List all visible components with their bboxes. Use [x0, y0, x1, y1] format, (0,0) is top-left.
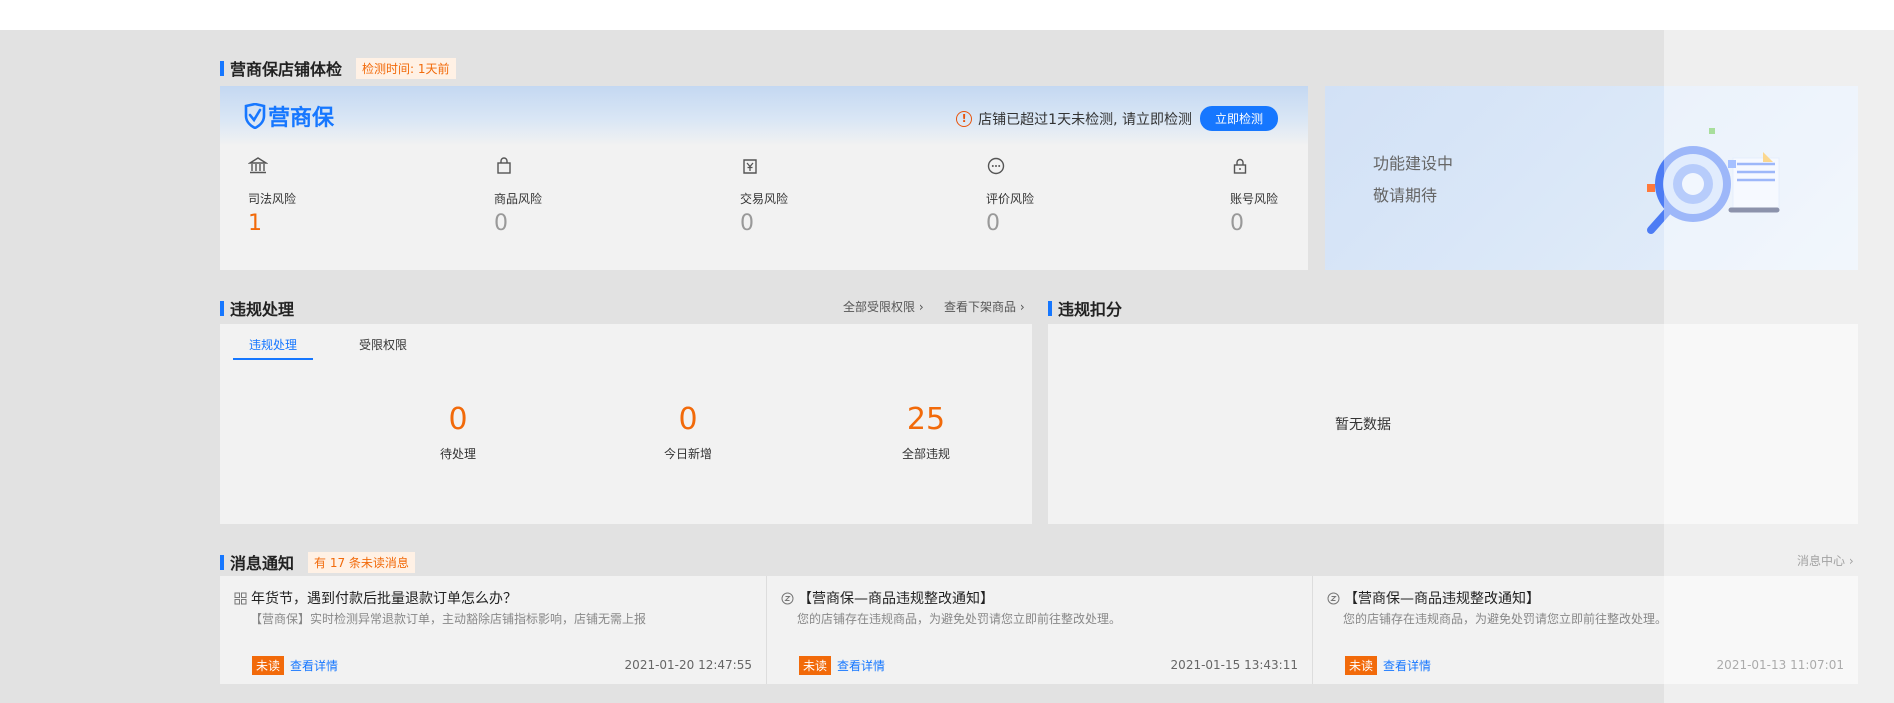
stat-label: 全部违规 [901, 447, 950, 461]
message-desc: 您的店铺存在违规商品，为避免处罚请您立即前往整改处理。 [797, 612, 1122, 626]
tab-restricted[interactable]: 受限权限 [343, 336, 423, 360]
message-title: 【营商保—商品违规整改通知】 [798, 591, 994, 607]
risk-label: 交易风险 [740, 192, 789, 206]
score-title: 违规扣分 [1058, 300, 1123, 319]
message-time: 2021-01-20 12:47:55 [624, 658, 752, 672]
message-title: 年货节，遇到付款后批量退款订单怎么办？ [251, 591, 517, 607]
lock-icon [1233, 158, 1247, 174]
violation-title: 违规处理 [230, 300, 295, 319]
view-detail-link[interactable]: 查看详情 [1383, 657, 1431, 674]
risk-product[interactable]: 商品风险 0 [494, 156, 584, 236]
stat-today-new[interactable]: 0 今日新增 [618, 402, 758, 462]
message-item[interactable]: 年货节，遇到付款后批量退款订单怎么办？ 【营商保】实时检测异常退款订单，主动豁除… [220, 576, 766, 684]
stat-pending[interactable]: 0 待处理 [388, 402, 528, 462]
message-center-link[interactable]: 消息中心 › [1797, 552, 1854, 569]
stat-value: 25 [906, 402, 946, 437]
message-item[interactable]: 【营商保—商品违规整改通知】 您的店铺存在违规商品，为避免处罚请您立即前往整改处… [1312, 576, 1858, 684]
stat-all[interactable]: 25 全部违规 [856, 402, 996, 462]
removed-products-link[interactable]: 查看下架商品 › [944, 298, 1025, 315]
stat-label: 今日新增 [663, 447, 712, 461]
risk-value: 0 [494, 211, 508, 236]
message-head: 【营商保—商品违规整改通知】 [1327, 588, 1540, 608]
coming-soon-card: 功能建设中 敬请期待 [1325, 86, 1858, 270]
unread-badge: 未读 [1345, 656, 1378, 675]
yen-wallet-icon [743, 159, 757, 174]
unread-badge: 未读 [252, 656, 285, 675]
health-check-card: 营商保 ! 店铺已超过1天未检测, 请立即检测 立即检测 司法风险 1 商品风险… [220, 86, 1308, 270]
top-bar [0, 0, 1894, 30]
stat-value: 0 [448, 402, 468, 437]
messages-card: 年货节，遇到付款后批量退款订单怎么办？ 【营商保】实时检测异常退款订单，主动豁除… [220, 576, 1858, 684]
health-card-header: 营商保 ! 店铺已超过1天未检测, 请立即检测 立即检测 [220, 86, 1308, 146]
comment-icon [987, 157, 1005, 175]
title-accent-bar [220, 554, 224, 570]
empty-state: 暂无数据 [1335, 417, 1391, 433]
score-card: 暂无数据 [1048, 324, 1858, 524]
health-section-title: 营商保店铺体检 检测时间: 1天前 [220, 56, 456, 80]
risk-transaction[interactable]: 交易风险 0 [740, 156, 830, 236]
coming-soon-line2: 敬请期待 [1373, 186, 1438, 205]
warning-icon: ! [956, 110, 973, 127]
risk-label: 商品风险 [494, 192, 543, 206]
stat-label: 待处理 [439, 447, 476, 461]
message-center-link-text: 消息中心 [1797, 554, 1846, 568]
magnifier-illustration-icon [1647, 128, 1780, 234]
message-footer: 未读 查看详情 [799, 656, 885, 675]
notice-icon [1327, 592, 1340, 604]
risk-judicial[interactable]: 司法风险 1 [247, 156, 338, 236]
risk-review[interactable]: 评价风险 0 [986, 156, 1076, 236]
message-title: 【营商保—商品违规整改通知】 [1344, 591, 1540, 607]
title-accent-bar [220, 60, 224, 76]
all-limits-link[interactable]: 全部受限权限 › [843, 298, 924, 315]
unread-count-tag: 有 17 条未读消息 [308, 551, 415, 573]
all-limits-link-text: 全部受限权限 [843, 300, 916, 314]
warning-text: 店铺已超过1天未检测, 请立即检测 [978, 111, 1192, 128]
notice-icon [781, 592, 794, 604]
risk-value: 0 [986, 211, 1000, 236]
shield-check-icon [244, 103, 266, 129]
removed-products-link-text: 查看下架商品 [944, 300, 1017, 314]
message-footer: 未读 查看详情 [252, 656, 338, 675]
risk-label: 账号风险 [1230, 192, 1279, 206]
yingshangbao-logo: 营商保 [244, 100, 334, 132]
risk-value: 0 [1230, 211, 1244, 236]
score-section-title: 违规扣分 [1048, 296, 1122, 320]
risk-value: 1 [248, 211, 262, 236]
risk-label: 评价风险 [986, 192, 1035, 206]
title-accent-bar [1048, 300, 1052, 316]
risk-value: 0 [740, 211, 754, 236]
message-item[interactable]: 【营商保—商品违规整改通知】 您的店铺存在违规商品，为避免处罚请您立即前往整改处… [766, 576, 1312, 684]
message-footer: 未读 查看详情 [1345, 656, 1431, 675]
messages-title: 消息通知 [230, 554, 295, 573]
message-time: 2021-01-15 13:43:11 [1170, 658, 1298, 672]
chevron-right-icon: › [1848, 554, 1854, 568]
risk-account[interactable]: 账号风险 0 [1230, 156, 1308, 236]
view-detail-link[interactable]: 查看详情 [837, 657, 885, 674]
chevron-right-icon: › [1019, 300, 1025, 314]
violation-card: 违规处理 受限权限 0 待处理 0 今日新增 25 全部违规 [220, 324, 1032, 524]
coming-soon-line1: 功能建设中 [1373, 154, 1454, 173]
unread-badge: 未读 [799, 656, 832, 675]
check-time-tag: 检测时间: 1天前 [356, 57, 456, 79]
message-desc: 您的店铺存在违规商品，为避免处罚请您立即前往整改处理。 [1343, 612, 1668, 626]
violation-section-title: 违规处理 [220, 296, 294, 320]
stat-value: 0 [678, 402, 698, 437]
health-title: 营商保店铺体检 [230, 60, 343, 79]
messages-section-title: 消息通知 有 17 条未读消息 [220, 550, 415, 574]
message-time: 2021-01-13 11:07:01 [1716, 658, 1844, 672]
grid-icon [234, 592, 247, 604]
title-accent-bar [220, 300, 224, 316]
check-warning: ! 店铺已超过1天未检测, 请立即检测 立即检测 [956, 106, 1278, 131]
shopping-bag-icon [497, 157, 511, 174]
view-detail-link[interactable]: 查看详情 [290, 657, 338, 674]
check-now-button[interactable]: 立即检测 [1199, 106, 1278, 131]
chevron-right-icon: › [918, 300, 924, 314]
message-head: 【营商保—商品违规整改通知】 [781, 588, 994, 608]
message-desc: 【营商保】实时检测异常退款订单，主动豁除店铺指标影响，店铺无需上报 [250, 612, 647, 626]
tab-violation[interactable]: 违规处理 [233, 336, 314, 360]
risk-label: 司法风险 [248, 192, 297, 206]
logo-text: 营商保 [268, 106, 335, 131]
message-head: 年货节，遇到付款后批量退款订单怎么办？ [234, 588, 517, 608]
bank-icon [247, 157, 269, 174]
